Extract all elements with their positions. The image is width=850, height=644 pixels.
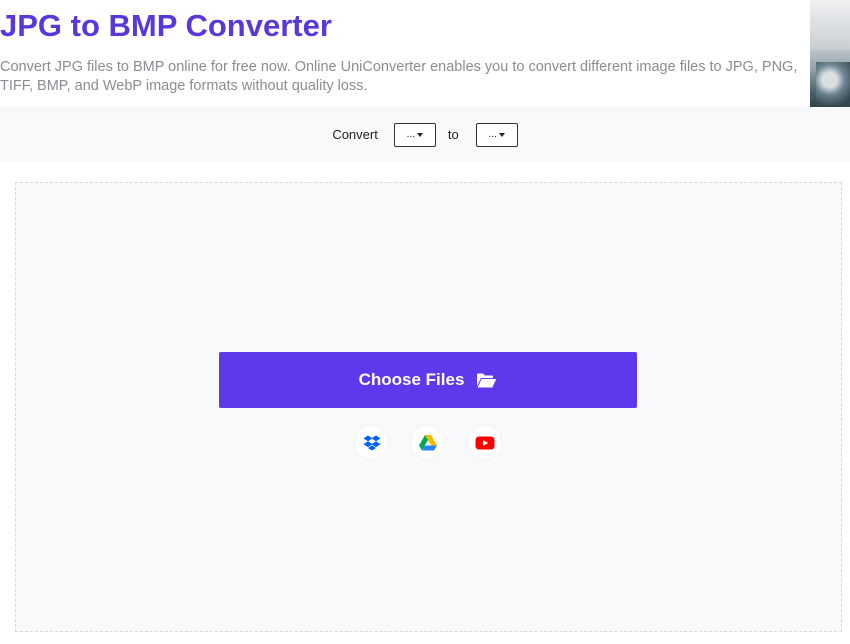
folder-open-icon (476, 372, 497, 389)
caret-down-icon (417, 132, 424, 137)
convert-label: Convert (332, 127, 378, 142)
caret-down-icon (498, 132, 505, 137)
hero-image (810, 0, 850, 107)
to-label: to (447, 127, 459, 142)
page-title: JPG to BMP Converter (0, 8, 332, 43)
dropbox-icon[interactable] (355, 426, 388, 459)
youtube-icon[interactable] (468, 426, 501, 459)
page-description: Convert JPG files to BMP online for free… (0, 59, 798, 94)
google-drive-icon[interactable] (411, 426, 444, 459)
choose-files-button[interactable]: Choose Files (219, 352, 637, 408)
to-format-value: ... (488, 129, 497, 140)
from-format-value: ... (406, 129, 416, 140)
to-format-select[interactable]: ... (475, 122, 518, 147)
choose-files-label: Choose Files (358, 370, 465, 389)
from-format-select[interactable]: ... (393, 122, 436, 147)
convert-bar: Convert ... to ... (0, 107, 850, 162)
